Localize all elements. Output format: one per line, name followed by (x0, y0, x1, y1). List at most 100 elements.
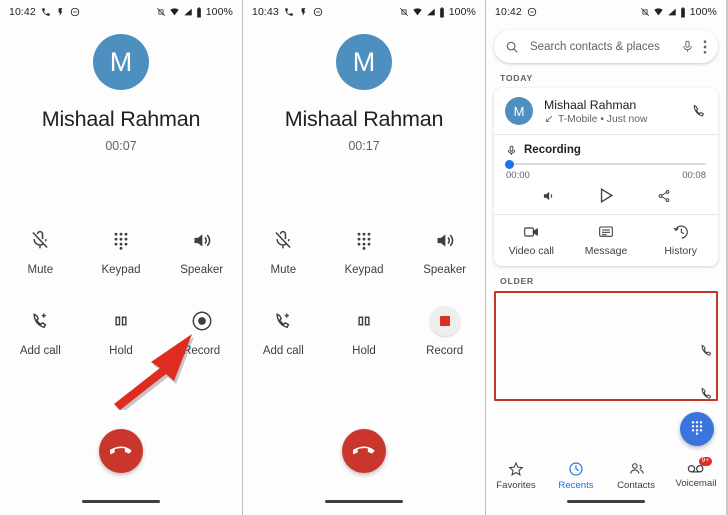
slider-track[interactable] (505, 159, 706, 169)
speaker-button[interactable]: Speaker (404, 225, 485, 276)
recording-seek-slider[interactable] (494, 159, 718, 169)
end-call-button[interactable] (342, 429, 386, 473)
phone-icon[interactable] (691, 103, 707, 119)
avatar: M (336, 34, 392, 90)
more-vert-icon[interactable] (703, 39, 707, 54)
play-icon[interactable] (596, 186, 615, 205)
history-label: History (664, 245, 698, 257)
wifi-icon (169, 7, 180, 17)
lightning-icon (299, 7, 308, 17)
nav-item-favorites[interactable]: Favorites (486, 457, 546, 501)
mute-label: Mute (27, 264, 54, 276)
contact-name: Mishaal Rahman (284, 107, 444, 131)
nav-item-recents[interactable]: Recents (546, 457, 606, 501)
speaker-label: Speaker (180, 264, 224, 276)
search-bar[interactable]: Search contacts & places (494, 30, 718, 63)
history-action[interactable]: History (643, 215, 718, 266)
wifi-icon (653, 7, 664, 17)
call-log-row[interactable]: M Mishaal Rahman T-Mobile • Just now (494, 88, 718, 134)
video-call-action[interactable]: Video call (494, 215, 569, 266)
recording-header: Recording (494, 135, 718, 159)
add-call-label: Add call (19, 345, 61, 357)
speaker-button[interactable]: Speaker (161, 225, 242, 276)
search-icon (505, 40, 519, 54)
vibrate-off-icon (156, 7, 166, 17)
contact-name: Mishaal Rahman (41, 107, 201, 131)
clock-icon (568, 461, 584, 477)
add-call-button[interactable]: Add call (243, 306, 324, 357)
speaker-icon (187, 225, 217, 255)
star-icon (508, 461, 524, 477)
nav-label-voicemail: Voicemail (675, 478, 717, 489)
call-controls-grid: Mute Keypad Speaker Add call Hold Record (243, 225, 485, 357)
home-gesture-pill (325, 500, 403, 503)
search-input[interactable]: Search contacts & places (530, 41, 681, 53)
message-label: Message (584, 245, 628, 257)
phone-icon-older-2[interactable] (699, 386, 714, 401)
record-button[interactable]: Record (161, 306, 242, 357)
status-bar: 10:42 100% (0, 0, 242, 24)
elapsed-time: 00:00 (506, 170, 530, 181)
hold-button[interactable]: Hold (81, 306, 162, 357)
phone-call-icon (41, 7, 51, 17)
dialpad-fab-icon (689, 419, 705, 440)
message-icon (598, 224, 614, 240)
do-not-disturb-icon (313, 7, 323, 17)
battery-icon (680, 6, 686, 18)
bottom-navigation: Favorites Recents Contacts 9+ Voicemail (486, 457, 726, 501)
mute-label: Mute (270, 264, 297, 276)
redaction-box (494, 291, 718, 401)
total-time: 00:08 (682, 170, 706, 181)
slider-thumb[interactable] (505, 159, 514, 169)
volume-icon[interactable] (541, 189, 555, 203)
keypad-button[interactable]: Keypad (324, 225, 405, 276)
avatar: M (93, 34, 149, 90)
keypad-button[interactable]: Keypad (81, 225, 162, 276)
share-icon[interactable] (657, 189, 671, 203)
phone-icon-older-1[interactable] (699, 343, 714, 358)
mute-button[interactable]: Mute (243, 225, 324, 276)
add-call-icon (25, 306, 55, 336)
nav-item-contacts[interactable]: Contacts (606, 457, 666, 501)
add-call-button[interactable]: Add call (0, 306, 81, 357)
avatar: M (505, 97, 533, 125)
speaker-label: Speaker (423, 264, 467, 276)
signal-icon (667, 7, 677, 17)
pause-icon (106, 306, 136, 336)
nav-item-voicemail[interactable]: 9+ Voicemail (666, 457, 726, 501)
mute-button[interactable]: Mute (0, 225, 81, 276)
panel-recents: 10:42 100% Search contacts & places TODA… (486, 0, 726, 515)
dialpad-icon (106, 225, 136, 255)
add-call-icon (268, 306, 298, 336)
hold-button[interactable]: Hold (324, 306, 405, 357)
message-action[interactable]: Message (569, 215, 644, 266)
record-label: Record (426, 345, 464, 357)
do-not-disturb-icon (527, 7, 537, 17)
speaker-icon (430, 225, 460, 255)
video-call-label: Video call (508, 245, 554, 257)
quick-actions-row: Video call Message History (494, 215, 718, 266)
signal-icon (426, 7, 436, 17)
record-button[interactable]: Record (404, 306, 485, 357)
history-icon (673, 224, 689, 240)
dialpad-fab[interactable] (680, 412, 714, 446)
outgoing-call-icon (544, 114, 554, 124)
mic-icon[interactable] (681, 40, 694, 53)
battery-percent: 100% (448, 6, 476, 18)
section-header-today: TODAY (500, 73, 533, 83)
section-header-older: OLDER (500, 276, 534, 286)
call-log-meta: Mishaal Rahman T-Mobile • Just now (544, 98, 691, 125)
panel-call-before-record: 10:42 100% M Mishaal Rahman 00:07 Mute K… (0, 0, 242, 515)
status-time: 10:42 (495, 6, 522, 18)
call-duration: 00:17 (348, 139, 380, 153)
recording-label: Recording (524, 144, 581, 156)
end-call-button[interactable] (99, 429, 143, 473)
nav-label-favorites: Favorites (496, 480, 536, 491)
dialpad-icon (349, 225, 379, 255)
caller-name: Mishaal Rahman (544, 97, 637, 112)
call-subtitle: T-Mobile • Just now (558, 113, 648, 125)
home-gesture-pill (82, 500, 160, 503)
stop-record-icon (429, 306, 460, 336)
vibrate-off-icon (640, 7, 650, 17)
add-call-label: Add call (262, 345, 304, 357)
